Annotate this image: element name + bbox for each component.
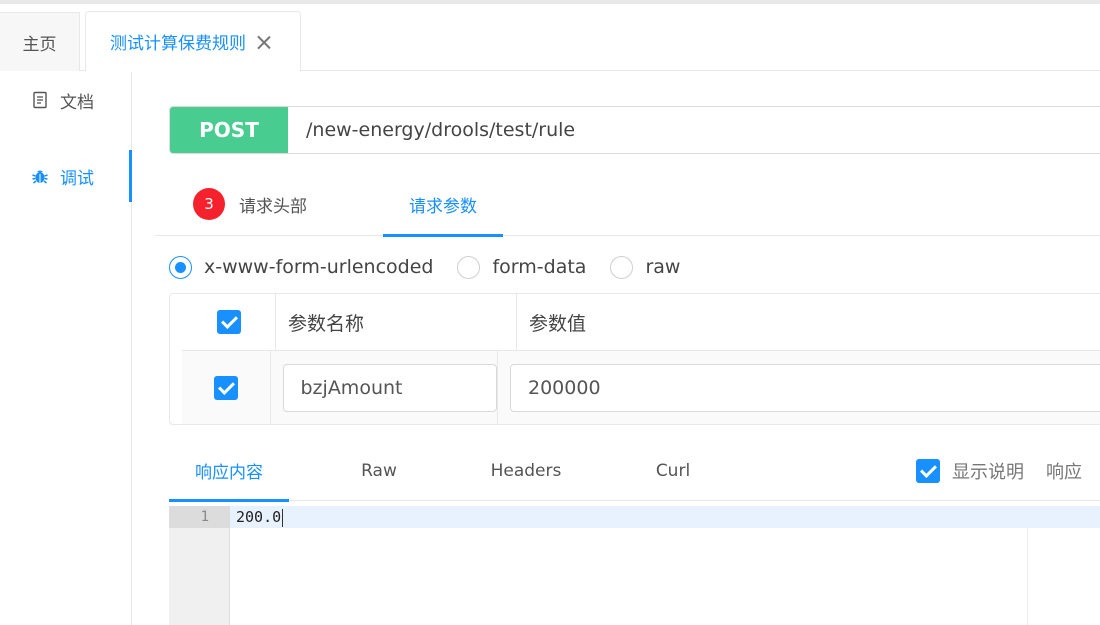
radio-button[interactable] (169, 255, 192, 279)
request-url-bar: POST /new-energy/drools/test/rule (169, 106, 1100, 154)
sidebar-item-debug[interactable]: 调试 (0, 150, 132, 202)
tab-request-params[interactable]: 请求参数 (383, 172, 503, 237)
select-all-cell (182, 294, 276, 350)
show-description-label: 显示说明 (952, 461, 1024, 483)
select-all-checkbox[interactable] (216, 310, 241, 334)
table-row: bzjAmount 200000 (182, 351, 1100, 424)
editor-line-text: 200.0 (236, 508, 282, 526)
param-name-cell: bzjAmount (271, 351, 498, 424)
sidebar: 文档 调试 (0, 72, 132, 625)
tab-bar: 主页 测试计算保费规则 (0, 4, 1100, 72)
param-name-input[interactable]: bzjAmount (282, 363, 497, 412)
request-tabs: 3 请求头部 请求参数 (155, 172, 1100, 237)
http-method-badge[interactable]: POST (170, 107, 288, 153)
radio-label: raw (645, 256, 681, 278)
param-value-input[interactable]: 200000 (510, 363, 1100, 412)
sidebar-item-label: 调试 (60, 168, 94, 189)
document-icon (30, 90, 50, 110)
radio-label: x-www-form-urlencoded (204, 256, 434, 278)
radio-urlencoded[interactable]: x-www-form-urlencoded (169, 255, 434, 279)
headers-count-badge: 3 (193, 188, 225, 220)
row-checkbox-cell (182, 351, 271, 424)
body-type-radio-group: x-www-form-urlencoded form-data raw (169, 252, 704, 282)
params-table: 参数名称 参数值 bzjAmount 200000 (169, 293, 1100, 425)
tab-request-headers-label: 请求头部 (239, 196, 307, 217)
close-icon[interactable] (256, 34, 272, 50)
print-margin (1027, 528, 1028, 625)
tab-request-headers[interactable]: 3 请求头部 (193, 172, 307, 236)
show-description-toggle[interactable]: 显示说明 响应 (916, 440, 1082, 501)
tab-test-rule-label: 测试计算保费规则 (110, 34, 246, 54)
tab-response-curl[interactable]: Curl (623, 440, 723, 501)
line-number: 1 (200, 509, 209, 525)
tab-response-content[interactable]: 响应内容 (169, 440, 289, 502)
response-extra-label[interactable]: 响应 (1046, 458, 1082, 484)
param-value-cell: 200000 (498, 351, 1100, 424)
response-editor[interactable]: 1 200.0 (169, 506, 1100, 625)
sidebar-item-label: 文档 (60, 92, 94, 113)
tab-response-headers[interactable]: Headers (476, 440, 576, 501)
bug-icon (30, 166, 50, 186)
request-url-input[interactable]: /new-energy/drools/test/rule (288, 107, 1100, 153)
radio-label: form-data (492, 256, 587, 278)
sidebar-item-docs[interactable]: 文档 (0, 74, 131, 126)
params-table-header: 参数名称 参数值 (182, 294, 1100, 351)
radio-button[interactable] (610, 255, 634, 279)
radio-form-data[interactable]: form-data (457, 255, 587, 279)
tab-home-label: 主页 (22, 34, 57, 55)
radio-button[interactable] (457, 255, 481, 279)
show-description-checkbox[interactable] (916, 458, 940, 483)
tab-test-rule[interactable]: 测试计算保费规则 (85, 11, 301, 72)
text-cursor (282, 508, 284, 527)
tab-home[interactable]: 主页 (0, 12, 80, 71)
tab-request-params-label: 请求参数 (409, 196, 477, 217)
response-tabs: 响应内容 Raw Headers Curl 显示说明 响应 (169, 440, 1100, 502)
active-line-highlight (169, 506, 1100, 528)
tab-response-raw[interactable]: Raw (329, 440, 429, 501)
radio-raw[interactable]: raw (610, 255, 681, 279)
column-header-name: 参数名称 (276, 294, 517, 350)
row-checkbox[interactable] (213, 375, 238, 400)
column-header-value: 参数值 (529, 312, 587, 335)
editor-line: 200.0 (236, 506, 284, 528)
